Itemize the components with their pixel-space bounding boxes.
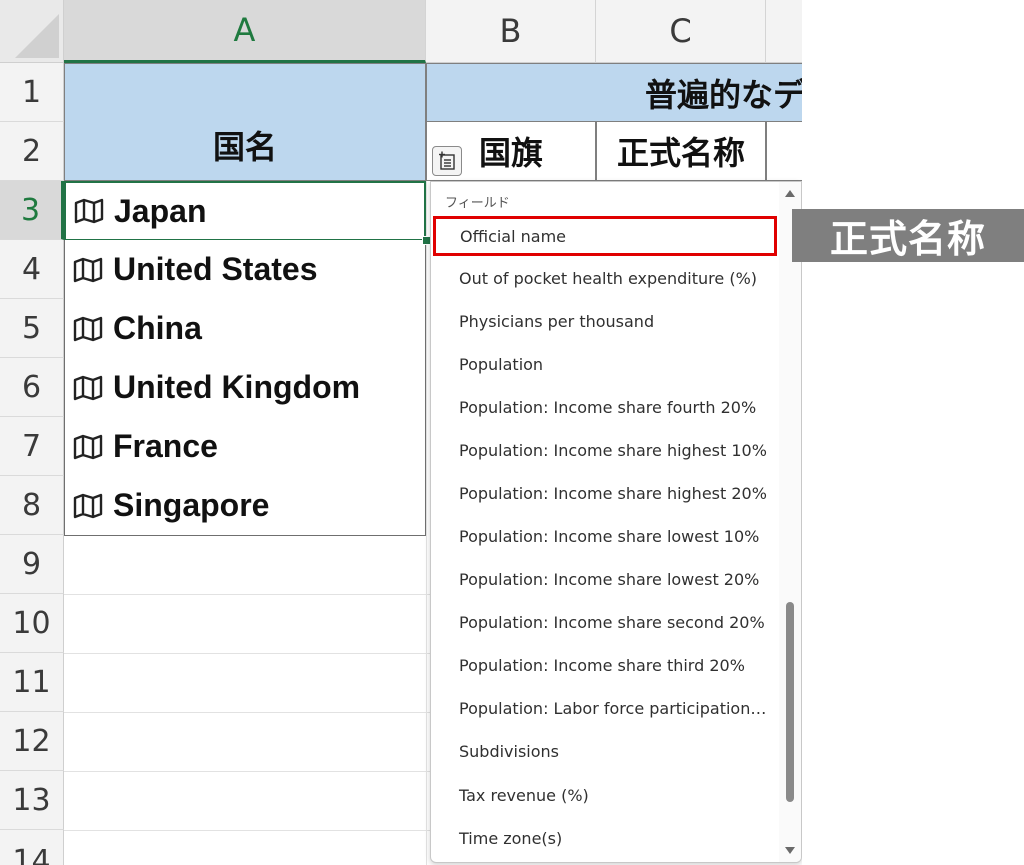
header-country-name[interactable]: 国名 xyxy=(64,63,426,181)
dropdown-item[interactable]: Population: Labor force participation… xyxy=(459,699,766,718)
country-label: United Kingdom xyxy=(113,369,361,405)
map-icon xyxy=(73,257,103,282)
country-label: Japan xyxy=(114,192,207,229)
dropdown-item[interactable]: Population xyxy=(459,355,543,374)
row-header-6[interactable]: 6 xyxy=(0,358,64,417)
cell-a7[interactable]: France xyxy=(64,417,426,477)
scroll-down-arrow-icon[interactable] xyxy=(785,847,795,854)
header-next-cut[interactable]: ・ xyxy=(766,121,802,181)
select-all-corner[interactable] xyxy=(0,0,64,63)
country-label: China xyxy=(113,310,202,346)
row-header-9[interactable]: 9 xyxy=(0,535,64,594)
insert-data-icon xyxy=(439,151,455,170)
row-header-4[interactable]: 4 xyxy=(0,240,64,299)
map-icon xyxy=(73,375,103,400)
row-header-7[interactable]: 7 xyxy=(0,417,64,476)
map-icon xyxy=(73,316,103,341)
spreadsheet: A B C 1 2 3 4 5 6 7 8 9 10 11 12 13 14 国… xyxy=(0,0,802,865)
dropdown-item[interactable]: Population: Income share lowest 10% xyxy=(459,527,759,546)
dropdown-item[interactable]: Population: Income share highest 10% xyxy=(459,441,767,460)
field-dropdown[interactable]: フィールド Official name Out of pocket health… xyxy=(430,181,802,863)
cell-a3[interactable]: Japan xyxy=(64,181,426,241)
row-header-8[interactable]: 8 xyxy=(0,476,64,535)
insert-data-button[interactable] xyxy=(432,146,462,176)
map-icon xyxy=(73,434,103,459)
map-icon xyxy=(73,493,103,518)
dropdown-item[interactable]: Population: Income share lowest 20% xyxy=(459,570,759,589)
dropdown-item[interactable]: Population: Income share fourth 20% xyxy=(459,398,756,417)
dropdown-item[interactable]: Population: Income share highest 20% xyxy=(459,484,767,503)
row-header-12[interactable]: 12 xyxy=(0,712,64,771)
header-official-name[interactable]: 正式名称 xyxy=(596,121,766,181)
dropdown-item[interactable]: Tax revenue (%) xyxy=(459,786,589,805)
column-header-c[interactable]: C xyxy=(596,0,766,63)
row-header-3[interactable]: 3 xyxy=(0,181,64,240)
dropdown-item[interactable]: Population: Income share second 20% xyxy=(459,613,765,632)
scroll-up-arrow-icon[interactable] xyxy=(785,190,795,197)
country-label: Singapore xyxy=(113,487,270,523)
dropdown-scrollbar[interactable] xyxy=(779,182,801,862)
map-icon xyxy=(74,198,104,224)
dropdown-item[interactable]: Physicians per thousand xyxy=(459,312,654,331)
cell-a6[interactable]: United Kingdom xyxy=(64,358,426,418)
dropdown-item[interactable]: Time zone(s) xyxy=(459,829,562,848)
cell-a4[interactable]: United States xyxy=(64,240,426,300)
column-header-b[interactable]: B xyxy=(426,0,596,63)
dropdown-heading: フィールド xyxy=(445,196,510,211)
column-header-d-partial[interactable] xyxy=(766,0,802,63)
dropdown-item[interactable]: Population: Income share third 20% xyxy=(459,656,745,675)
row-header-14[interactable]: 14 xyxy=(0,830,64,865)
row-header-13[interactable]: 13 xyxy=(0,771,64,830)
row-header-1[interactable]: 1 xyxy=(0,63,64,122)
gridline xyxy=(426,63,427,865)
callout-label: 正式名称 xyxy=(792,209,1024,262)
cell-a5[interactable]: China xyxy=(64,299,426,359)
cell-a8[interactable]: Singapore xyxy=(64,476,426,536)
dropdown-item[interactable]: Out of pocket health expenditure (%) xyxy=(459,269,757,288)
column-header-a[interactable]: A xyxy=(64,0,426,63)
dropdown-item[interactable]: Subdivisions xyxy=(459,742,559,761)
scroll-thumb[interactable] xyxy=(786,602,794,802)
dropdown-item-official-name[interactable]: Official name xyxy=(433,216,777,256)
row-header-11[interactable]: 11 xyxy=(0,653,64,712)
country-label: United States xyxy=(113,251,318,287)
header-merged-title[interactable]: 普遍的なデ xyxy=(426,63,802,122)
row-header-5[interactable]: 5 xyxy=(0,299,64,358)
country-label: France xyxy=(113,428,218,464)
row-header-10[interactable]: 10 xyxy=(0,594,64,653)
row-header-2[interactable]: 2 xyxy=(0,122,64,181)
